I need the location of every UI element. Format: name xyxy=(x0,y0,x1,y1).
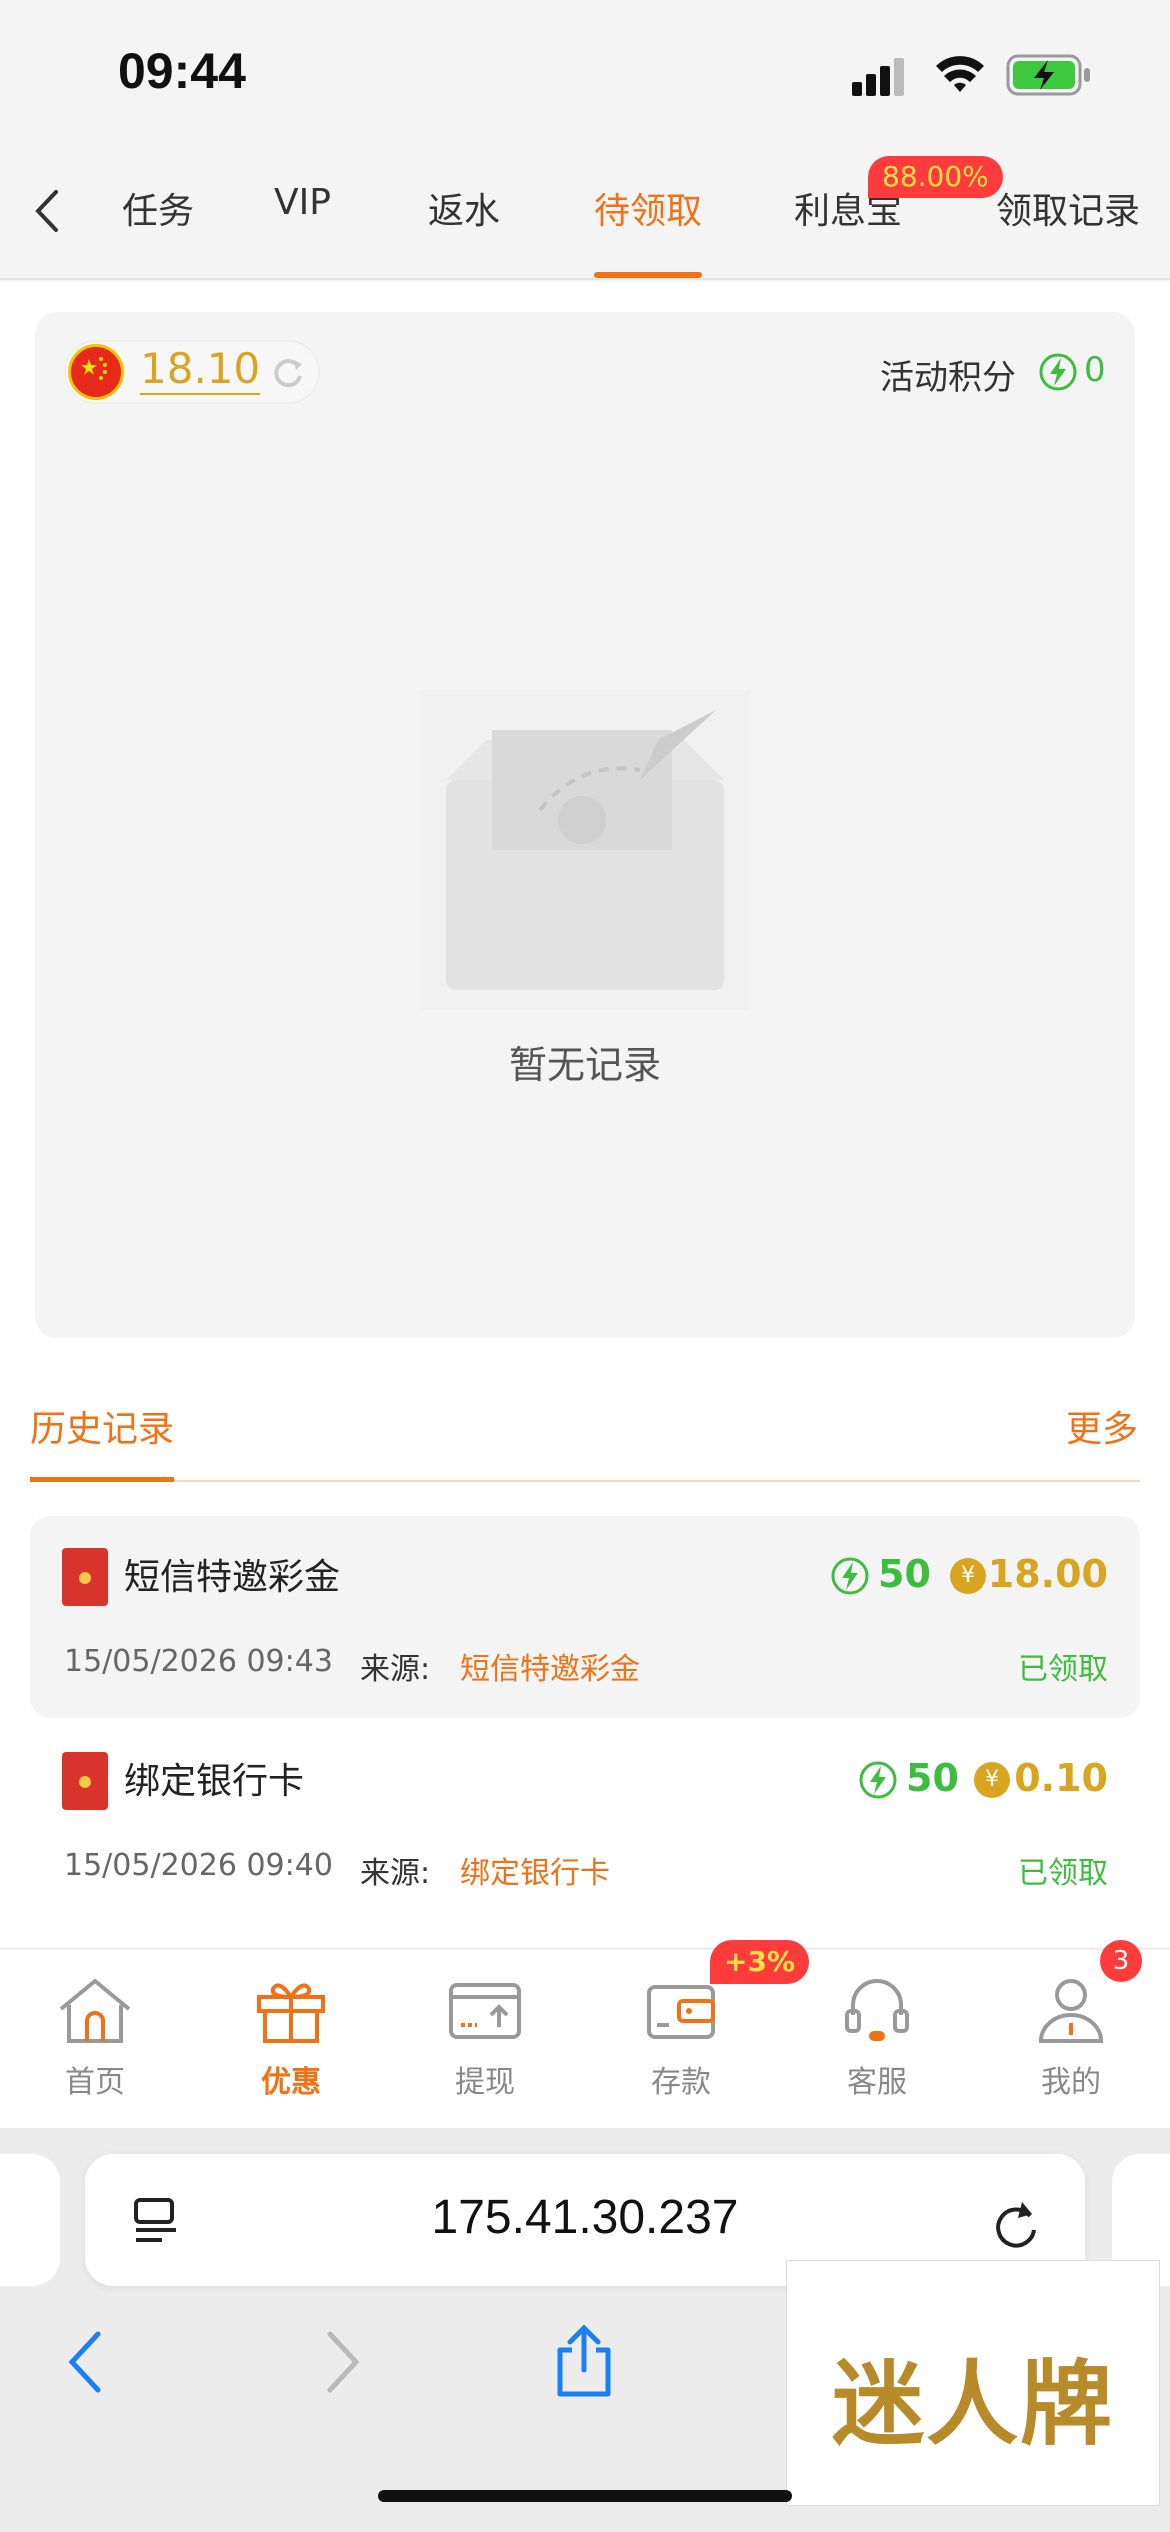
battery-charging-icon xyxy=(1006,54,1090,96)
headset-icon xyxy=(845,1979,909,2041)
home-indicator xyxy=(378,2490,792,2502)
nav-label: 首页 xyxy=(65,2065,125,2100)
list-item[interactable]: 绑定银行卡 50 ¥ 0.10 15/05/2026 09:40 来源: 绑定银… xyxy=(30,1720,1140,1922)
red-envelope-icon xyxy=(62,1548,108,1606)
share-icon[interactable] xyxy=(552,2322,616,2398)
history-tab-indicator xyxy=(30,1477,174,1482)
china-flag-icon xyxy=(68,344,124,400)
browser-back-icon[interactable] xyxy=(66,2330,106,2394)
list-item[interactable]: 短信特邀彩金 50 ¥ 18.00 15/05/2026 09:43 来源: 短… xyxy=(30,1516,1140,1718)
record-amount: 0.10 xyxy=(1014,1756,1108,1800)
tab-vip[interactable]: VIP xyxy=(274,182,331,223)
history-more-link[interactable]: 更多 xyxy=(1066,1400,1138,1452)
record-points: 50 xyxy=(906,1756,959,1800)
activity-points-value: 0 xyxy=(1084,350,1106,390)
nav-promotions[interactable]: 优惠 xyxy=(216,1975,366,2101)
back-chevron-icon[interactable] xyxy=(32,188,62,234)
record-source: 短信特邀彩金 xyxy=(460,1652,640,1687)
red-envelope-icon xyxy=(62,1752,108,1810)
user-icon xyxy=(1038,1979,1104,2043)
nav-label: 提现 xyxy=(455,2065,515,2100)
source-label: 来源: xyxy=(360,1856,431,1891)
wallet-icon xyxy=(647,1985,715,2039)
record-source: 绑定银行卡 xyxy=(460,1856,610,1891)
gift-icon xyxy=(257,1983,325,2043)
nav-profile[interactable]: 我的 xyxy=(996,1975,1146,2101)
nav-label: 客服 xyxy=(847,2065,907,2100)
reload-icon[interactable] xyxy=(992,2196,1042,2252)
lightning-icon xyxy=(859,1761,897,1799)
browser-forward-icon[interactable] xyxy=(322,2330,362,2394)
coin-icon: ¥ xyxy=(950,1558,986,1594)
interest-rate-badge: 88.00% xyxy=(868,156,1003,198)
coin-icon: ¥ xyxy=(974,1762,1010,1798)
record-status: 已领取 xyxy=(1018,1652,1108,1687)
previous-tab-edge[interactable] xyxy=(0,2154,60,2286)
record-amount: 18.00 xyxy=(987,1552,1108,1596)
tab-rebate[interactable]: 返水 xyxy=(428,182,500,234)
empty-box-icon xyxy=(420,690,750,1010)
deposit-bonus-badge: +3% xyxy=(710,1940,809,1984)
wifi-icon xyxy=(936,56,984,92)
history-title[interactable]: 历史记录 xyxy=(30,1400,174,1452)
nav-home[interactable]: 首页 xyxy=(20,1975,170,2101)
empty-state-text: 暂无记录 xyxy=(508,1043,661,1087)
record-status: 已领取 xyxy=(1018,1856,1108,1891)
home-icon xyxy=(59,1979,131,2043)
record-date: 15/05/2026 09:43 xyxy=(64,1644,333,1679)
balance-value: 18.10 xyxy=(140,344,261,395)
record-points: 50 xyxy=(878,1552,931,1596)
nav-label: 存款 xyxy=(651,2065,711,2100)
nav-label: 我的 xyxy=(1041,2065,1101,2100)
record-date: 15/05/2026 09:40 xyxy=(64,1848,333,1883)
record-title: 短信特邀彩金 xyxy=(124,1557,341,1598)
nav-deposit[interactable]: 存款 xyxy=(606,1975,756,2101)
divider xyxy=(30,1480,1140,1482)
status-time: 09:44 xyxy=(118,43,246,99)
tab-claim-records[interactable]: 领取记录 xyxy=(996,182,1140,234)
notification-count-badge: 3 xyxy=(1100,1940,1142,1982)
bottom-nav xyxy=(0,1948,1170,2128)
active-tab-indicator xyxy=(594,272,702,278)
nav-withdraw[interactable]: 提现 xyxy=(410,1975,560,2101)
lightning-icon xyxy=(1039,353,1077,391)
record-title: 绑定银行卡 xyxy=(124,1761,305,1802)
tab-task[interactable]: 任务 xyxy=(122,182,194,234)
source-label: 来源: xyxy=(360,1652,431,1687)
refresh-icon[interactable] xyxy=(270,354,306,390)
activity-points-label: 活动积分 xyxy=(880,358,1016,398)
tab-pending[interactable]: 待领取 xyxy=(594,182,702,234)
watermark-logo: 迷人牌 xyxy=(831,2350,1114,2458)
cellular-signal-icon xyxy=(852,58,904,96)
nav-label: 优惠 xyxy=(261,2065,321,2100)
url-text[interactable]: 175.41.30.237 xyxy=(85,2190,1085,2245)
lightning-icon xyxy=(831,1557,869,1595)
nav-support[interactable]: 客服 xyxy=(802,1975,952,2101)
withdraw-icon xyxy=(449,1983,521,2039)
